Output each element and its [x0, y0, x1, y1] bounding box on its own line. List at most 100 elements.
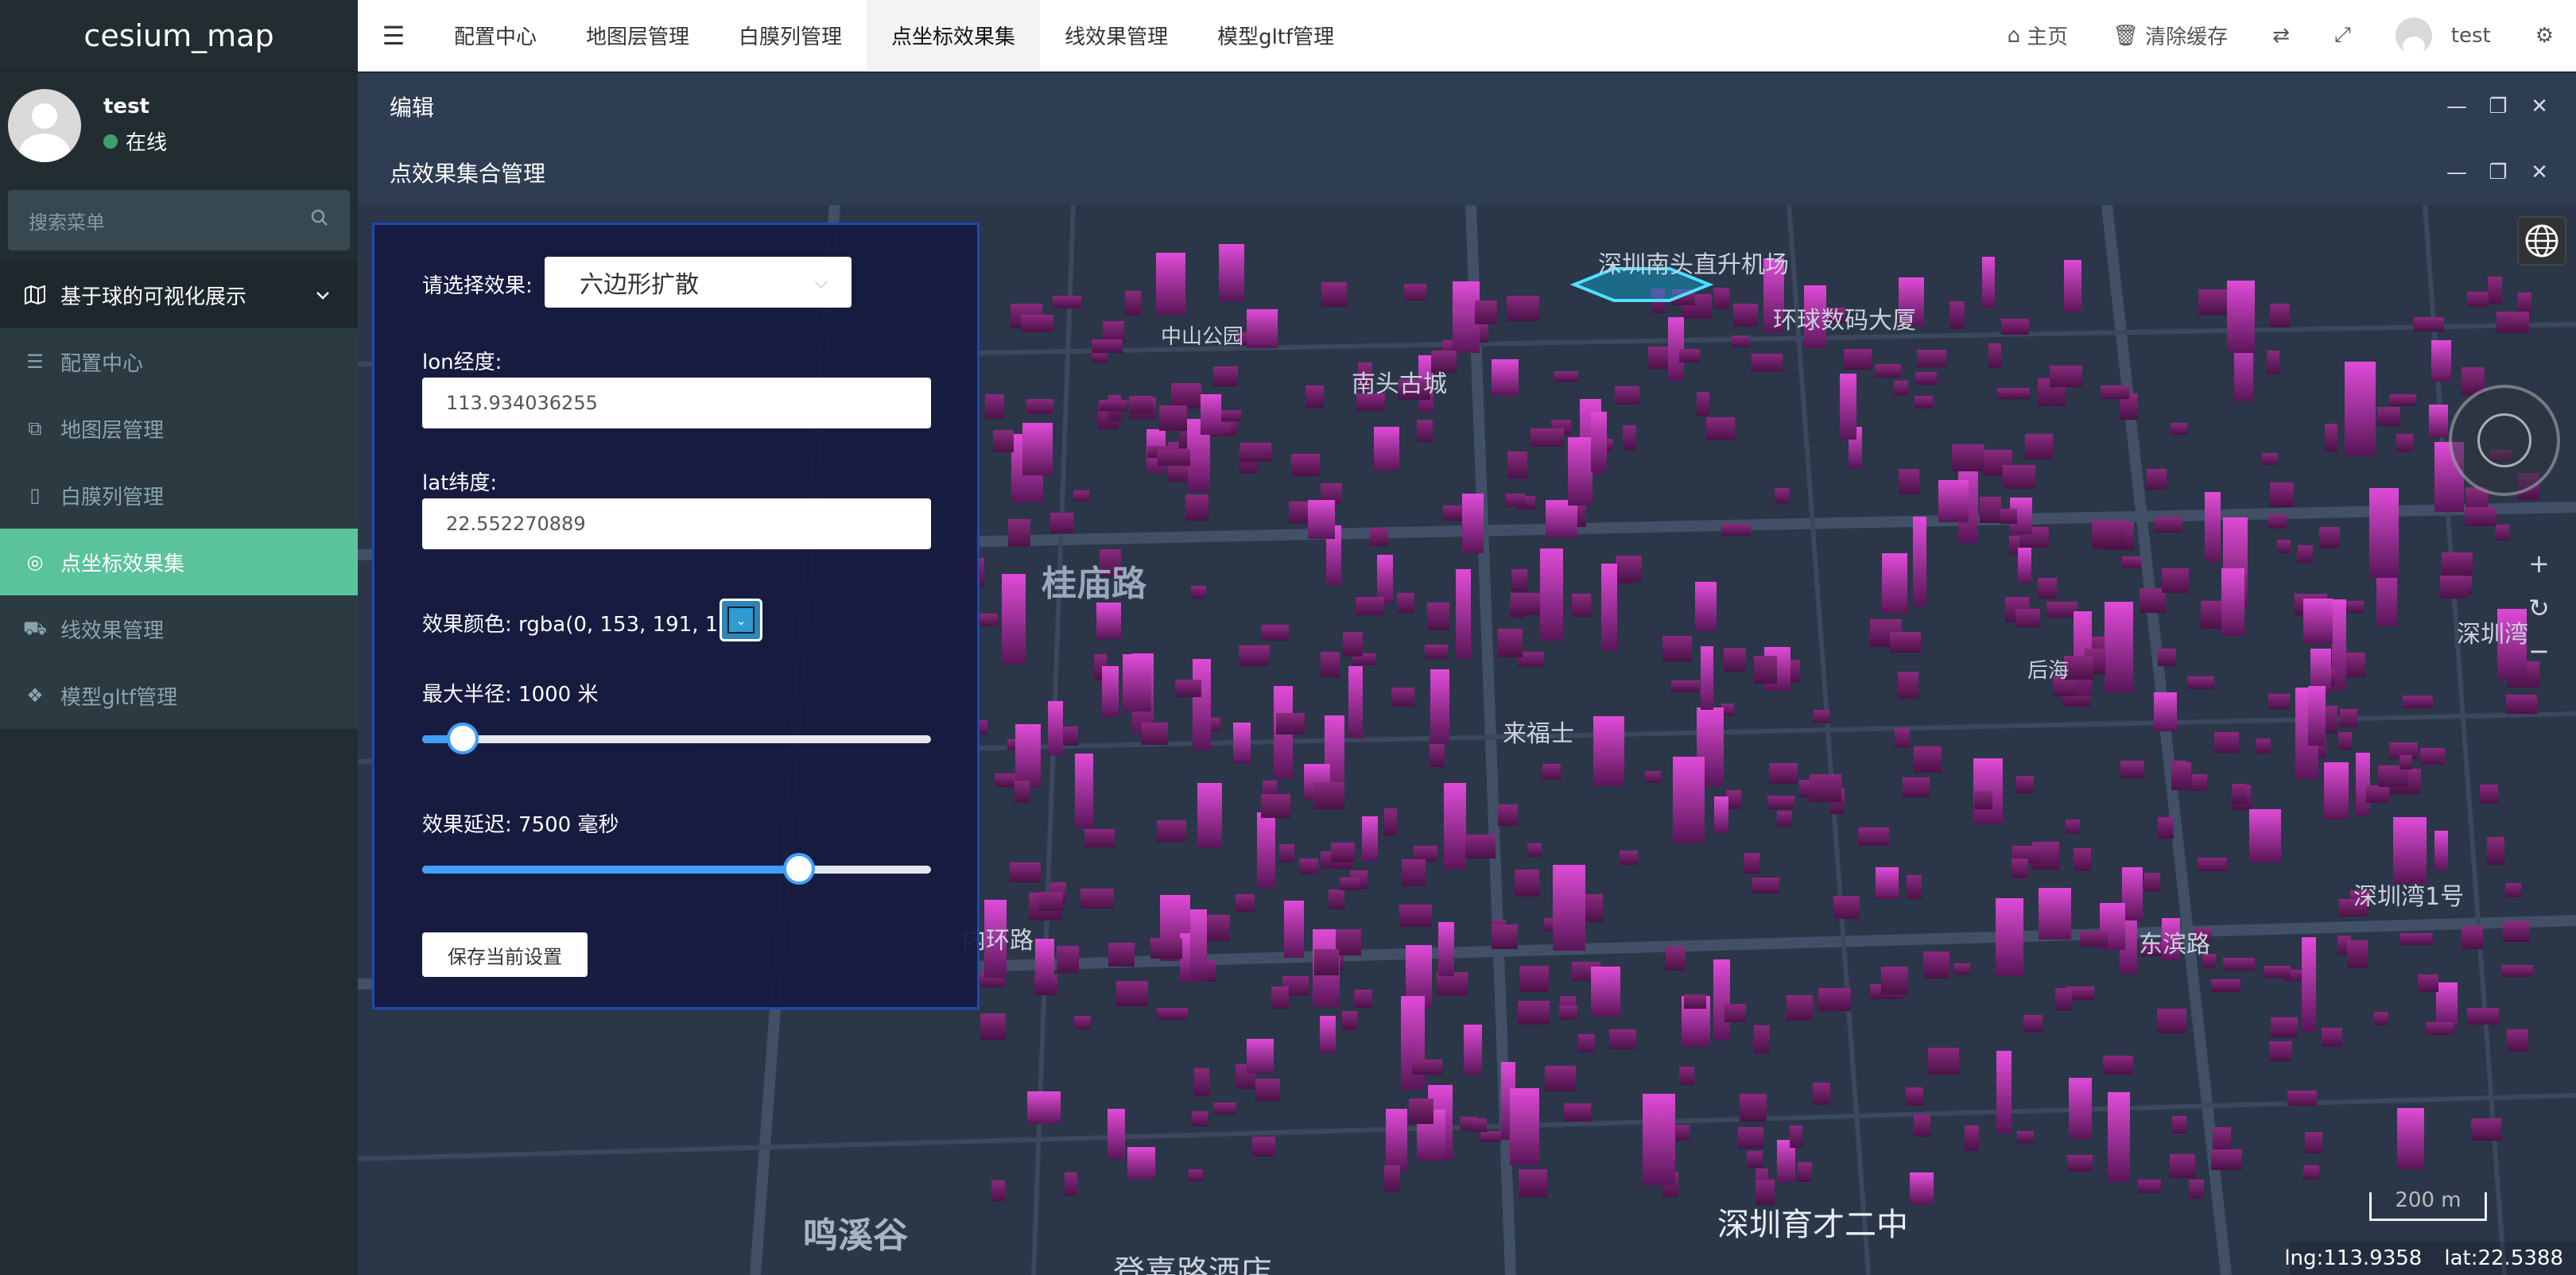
building-block	[2138, 1180, 2161, 1193]
user-menu[interactable]: test	[2373, 0, 2513, 72]
reset-view-icon[interactable]: ↻	[2528, 593, 2550, 623]
building-block	[1343, 632, 1363, 657]
sidebar-item-gltf[interactable]: ❖ 模型gltf管理	[0, 662, 358, 729]
building-block	[1409, 1099, 1433, 1124]
cubes-icon: ❖	[26, 684, 44, 707]
zoom-in-icon[interactable]: +	[2528, 548, 2550, 579]
delay-slider[interactable]	[422, 853, 931, 885]
sidebar-root-menu[interactable]: 基于球的可视化展示	[0, 262, 358, 328]
building-block	[1899, 469, 1919, 494]
close-icon[interactable]: ✕	[2519, 95, 2560, 118]
compass-navigation[interactable]	[2449, 385, 2560, 496]
zoom-out-icon[interactable]: −	[2528, 636, 2550, 666]
building-block	[2403, 696, 2433, 708]
building-block	[1910, 1172, 1934, 1204]
sidebar-item-config[interactable]: ☰ 配置中心	[0, 328, 358, 395]
building-block	[1194, 1068, 1209, 1096]
building-block	[1507, 296, 1539, 321]
building-block	[2389, 394, 2416, 406]
building-block	[1914, 1114, 1930, 1137]
building-block	[2397, 1108, 2424, 1169]
building-block	[1291, 454, 1320, 476]
compass-ring-icon[interactable]	[2477, 413, 2531, 467]
tab-point-effects[interactable]: 点坐标效果集	[867, 0, 1041, 72]
delay-slider-thumb[interactable]	[782, 853, 815, 885]
building-block	[1191, 586, 1206, 599]
building-block	[1684, 994, 1706, 1009]
radius-slider-thumb[interactable]	[447, 723, 479, 754]
building-block	[1724, 1004, 1746, 1022]
building-block	[1949, 301, 1965, 329]
sidebar-item-point-effects[interactable]: ◎ 点坐标效果集	[0, 529, 358, 595]
building-block	[1996, 898, 2023, 976]
search-input[interactable]: 搜索菜单	[8, 190, 350, 250]
hamburger-menu-icon[interactable]: ☰	[358, 0, 429, 72]
building-block	[1645, 771, 1661, 783]
tab-gltf[interactable]: 模型gltf管理	[1193, 0, 1359, 72]
building-block	[1039, 892, 1063, 911]
building-block	[1697, 392, 1709, 416]
close-icon[interactable]: ✕	[2519, 161, 2560, 184]
sidebar-item-label: 白膜列管理	[60, 485, 165, 510]
search-icon[interactable]	[310, 208, 329, 232]
building-block	[1127, 1147, 1155, 1180]
building-block	[1348, 666, 1363, 738]
avatar-small	[2395, 17, 2432, 54]
maximize-icon[interactable]: ❐	[2477, 161, 2519, 184]
building-block	[2187, 676, 2214, 689]
building-block	[2503, 921, 2530, 942]
building-block	[1065, 1172, 1077, 1196]
building-block	[2426, 1022, 2454, 1035]
building-block	[1092, 339, 1123, 353]
building-block	[1189, 1169, 1203, 1182]
home-link[interactable]: ⌂ 主页	[1985, 0, 2091, 72]
sidebar-item-line-effects[interactable]: ⛟ 线效果管理	[0, 595, 358, 662]
building-block	[1701, 646, 1713, 710]
sidebar-item-buildings[interactable]: ▯ 白膜列管理	[0, 462, 358, 529]
edit-window-title: 编辑	[390, 95, 435, 121]
building-block	[1928, 1048, 1959, 1075]
building-block	[1564, 1103, 1591, 1122]
minimize-icon[interactable]: —	[2436, 95, 2477, 118]
building-block	[1744, 853, 1759, 874]
clear-cache-button[interactable]: 🗑 清除缓存	[2090, 0, 2250, 72]
sidebar-item-layers[interactable]: ⧉ 地图层管理	[0, 395, 358, 462]
building-block	[2268, 694, 2290, 709]
effect-select[interactable]: 六边形扩散 ⌵	[545, 257, 852, 308]
tab-line-effects[interactable]: 线效果管理	[1040, 0, 1193, 72]
building-block	[1752, 878, 1779, 893]
sidebar-item-label: 点坐标效果集	[60, 552, 185, 576]
maximize-icon[interactable]: ❐	[2477, 95, 2519, 118]
building-block	[1894, 381, 1908, 396]
tab-config[interactable]: 配置中心	[429, 0, 561, 72]
building-block	[1679, 1067, 1694, 1085]
save-settings-button[interactable]: 保存当前设置	[422, 932, 588, 977]
building-block	[1974, 791, 1992, 809]
settings-gear-icon[interactable]: ⚙	[2513, 0, 2576, 72]
tab-buildings[interactable]: 白膜列管理	[714, 0, 867, 72]
lat-input[interactable]: 22.552270889	[422, 498, 931, 549]
home-icon: ⌂	[2007, 23, 2021, 48]
lon-input[interactable]: 113.934036255	[422, 378, 931, 428]
building-block	[2155, 517, 2182, 533]
color-picker[interactable]: ⌄	[720, 599, 762, 641]
building-block	[2277, 540, 2291, 553]
building-block	[2066, 820, 2080, 834]
building-block	[1913, 517, 1926, 606]
tab-layers[interactable]: 地图层管理	[561, 0, 714, 72]
minimize-icon[interactable]: —	[2436, 161, 2477, 184]
fullscreen-icon[interactable]: ⤢	[2312, 0, 2373, 72]
translate-icon[interactable]: ⇄	[2250, 0, 2312, 72]
building-block	[2154, 692, 2177, 731]
building-block	[1430, 744, 1445, 767]
building-block	[1142, 723, 1168, 745]
building-block	[1336, 929, 1361, 955]
building-block	[1240, 443, 1271, 462]
building-block	[2158, 817, 2174, 839]
globe-icon[interactable]	[2517, 216, 2566, 265]
building-block	[1882, 553, 1907, 614]
building-block	[2374, 1012, 2388, 1025]
building-block	[2003, 465, 2035, 489]
radius-slider[interactable]	[422, 723, 931, 754]
building-block	[2366, 785, 2389, 803]
